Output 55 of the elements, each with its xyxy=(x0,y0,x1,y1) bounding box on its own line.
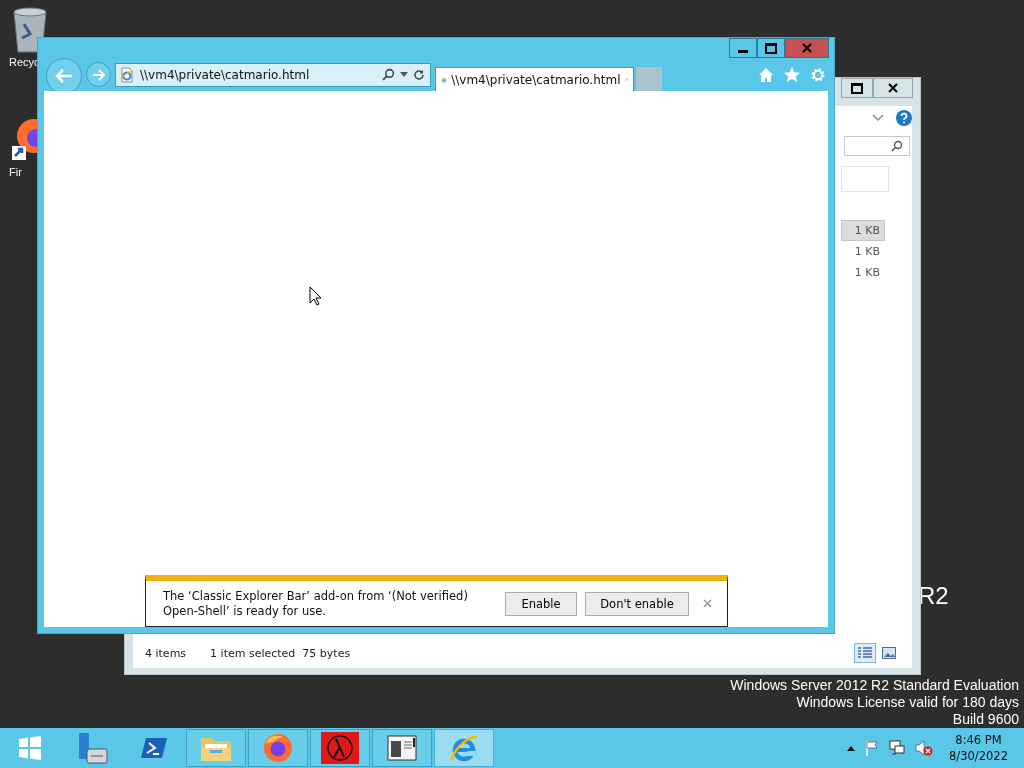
taskbar-button[interactable] xyxy=(372,729,432,767)
refresh-icon[interactable] xyxy=(413,68,425,81)
lambda-icon xyxy=(321,732,359,764)
close-icon[interactable] xyxy=(703,599,712,608)
details-view-button[interactable] xyxy=(854,643,876,663)
selection-status: 1 item selected 75 bytes xyxy=(210,646,351,660)
item-count: 4 items xyxy=(145,646,187,660)
size-cell[interactable]: 1 KB xyxy=(841,262,885,283)
watermark-text: Windows License valid for 180 days xyxy=(796,694,1019,711)
back-button[interactable] xyxy=(46,57,82,94)
flag-icon[interactable] xyxy=(865,740,880,756)
firefox-icon xyxy=(263,733,293,763)
recycle-bin-icon xyxy=(10,6,50,54)
close-button[interactable] xyxy=(873,78,913,98)
notification-button[interactable]: Don't enable xyxy=(585,591,689,616)
clock-date: 8/30/2022 xyxy=(949,748,1008,764)
close-icon xyxy=(802,43,812,53)
notification-button[interactable]: Enable xyxy=(505,591,577,616)
star-icon[interactable] xyxy=(784,66,800,83)
size-cell[interactable]: 1 KB xyxy=(841,241,885,262)
forward-arrow-icon xyxy=(91,68,106,81)
app-window-icon xyxy=(387,735,417,761)
speaker-muted-icon[interactable] xyxy=(915,740,934,756)
home-icon[interactable] xyxy=(758,66,774,83)
ie-logo-icon xyxy=(449,733,479,763)
close-icon xyxy=(888,83,898,93)
maximize-button[interactable] xyxy=(757,38,785,58)
network-icon[interactable] xyxy=(889,740,906,756)
watermark-text: Build 9600 xyxy=(952,711,1019,728)
search-icon xyxy=(891,140,903,152)
windows-logo-icon xyxy=(18,736,42,760)
thumbnail-view-icon xyxy=(882,647,896,659)
details-view-icon xyxy=(858,647,872,659)
search-field[interactable] xyxy=(844,136,910,156)
page-icon xyxy=(119,66,135,83)
settings-icon[interactable] xyxy=(810,66,826,83)
watermark-text: Windows Server 2012 R2 Standard Evaluation xyxy=(730,677,1019,694)
search-icon[interactable] xyxy=(382,68,395,81)
forward-button[interactable] xyxy=(86,62,111,87)
terminal-icon xyxy=(140,736,168,760)
maximize-button[interactable] xyxy=(841,78,873,98)
taskbar-button[interactable] xyxy=(310,729,370,767)
chevron-down-icon[interactable] xyxy=(872,114,884,122)
help-icon[interactable] xyxy=(896,110,912,126)
browser-tab[interactable]: \\vm4\private\catmario.html xyxy=(435,67,634,91)
clock[interactable]: 8:46 PM 8/30/2022 xyxy=(949,732,1008,764)
address-bar[interactable]: \\vm4\private\catmario.html xyxy=(115,62,431,87)
minimize-button[interactable] xyxy=(729,38,757,58)
show-hidden-icons-icon[interactable] xyxy=(847,745,856,751)
clock-time: 8:46 PM xyxy=(955,732,1002,748)
size-cell[interactable]: 1 KB xyxy=(841,220,885,241)
back-arrow-icon xyxy=(54,67,74,84)
desktop-icon-label[interactable]: Fir xyxy=(9,166,22,178)
mouse-cursor-icon xyxy=(309,286,322,306)
notification-message: The ‘Classic Explorer Bar’ add-on from ‘(Not verified) Open-Shell’ is ready for use. xyxy=(163,588,469,619)
